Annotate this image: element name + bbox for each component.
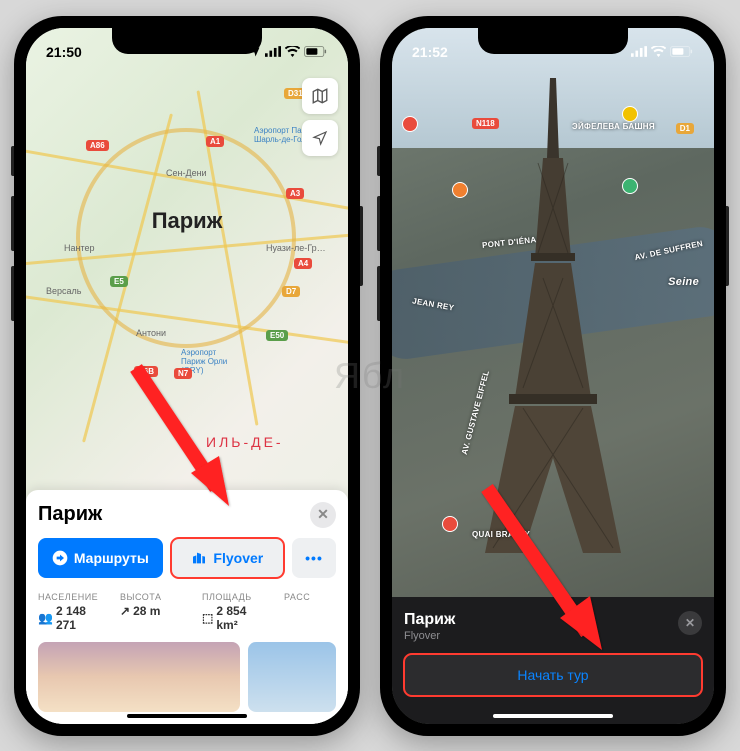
wifi-icon [651, 46, 666, 57]
battery-icon [670, 46, 694, 57]
status-time: 21:52 [412, 44, 448, 60]
people-icon: 👥 [38, 611, 53, 625]
area-icon: ⬚ [202, 611, 213, 625]
directions-icon [52, 550, 68, 566]
map-label-sen-deni: Сен-Дени [166, 168, 207, 178]
map-region-label: ИЛЬ-ДЕ- [206, 434, 284, 450]
location-arrow-icon [312, 130, 328, 146]
more-button[interactable]: ••• [292, 538, 336, 578]
status-time: 21:50 [46, 44, 82, 60]
close-icon: ✕ [685, 616, 695, 630]
stat-elevation-value: 28 m [133, 604, 160, 618]
location-button[interactable] [302, 120, 338, 156]
more-icon: ••• [305, 550, 323, 566]
wifi-icon [285, 46, 300, 57]
stat-elevation-label: ВЫСОТА [120, 592, 182, 602]
map-icon [311, 87, 329, 105]
phone-left: 21:50 Париж Сен-Дени Нантер Нуази-ле-Г [14, 16, 360, 736]
place-photo[interactable] [38, 642, 240, 712]
home-indicator [127, 714, 247, 718]
sat-label-eiffel: ЭЙФЕЛЕВА БАШНЯ [572, 122, 655, 131]
map-badge-a6b: A6B [134, 366, 158, 377]
stat-population-value: 2 148 271 [56, 604, 100, 632]
map-badge-d7: D7 [282, 286, 300, 297]
poi-warning-icon [622, 106, 638, 122]
flyover-label: Flyover [213, 550, 263, 566]
poi-no-entry-icon [402, 116, 418, 132]
stat-distance-label: РАСС [284, 592, 336, 602]
sat-label-quai: QUAI BRANLY [472, 530, 530, 539]
poi-green-icon [622, 178, 638, 194]
poi-red-icon [442, 516, 458, 532]
map-label-antony: Антони [136, 328, 166, 338]
close-button[interactable]: ✕ [678, 611, 702, 635]
map-label-noisy: Нуази-ле-Гр… [266, 243, 326, 253]
map-badge-a1: A1 [206, 136, 224, 147]
tour-label: Начать тур [517, 667, 588, 683]
home-indicator [493, 714, 613, 718]
close-icon: ✕ [317, 506, 329, 523]
map-badge-a3: A3 [286, 188, 304, 199]
signal-icon [265, 46, 281, 57]
stats-row: НАСЕЛЕНИЕ 👥2 148 271 ВЫСОТА ↗28 m ПЛОЩАД… [38, 592, 336, 632]
flyover-subtitle: Flyover [404, 630, 455, 642]
photo-row[interactable] [38, 642, 336, 712]
routes-label: Маршруты [74, 550, 149, 566]
map-city-label: Париж [152, 208, 223, 234]
map-badge-a86: A86 [86, 140, 109, 151]
signal-icon [631, 46, 647, 57]
flyover-button[interactable]: Flyover [171, 538, 284, 578]
map-mode-button[interactable] [302, 78, 338, 114]
start-tour-button[interactable]: Начать тур [404, 654, 702, 696]
sheet-title: Париж [38, 503, 102, 526]
phone-right: 21:52 N118 D1 [380, 16, 726, 736]
stat-area-value: 2 854 km² [216, 604, 264, 632]
routes-button[interactable]: Маршруты [38, 538, 163, 578]
sat-label-seine: Seine [668, 276, 699, 288]
map-badge-e50: E50 [266, 330, 288, 341]
flyover-title: Париж [404, 611, 455, 629]
poi-orange-icon [452, 182, 468, 198]
map-label-nanterre: Нантер [64, 243, 95, 253]
map-badge-e5: E5 [110, 276, 128, 287]
buildings-icon [191, 550, 207, 566]
eiffel-tower-icon [483, 78, 623, 558]
notch [478, 28, 628, 54]
close-button[interactable]: ✕ [310, 502, 336, 528]
stat-population-label: НАСЕЛЕНИЕ [38, 592, 100, 602]
place-photo[interactable] [248, 642, 336, 712]
flyover-sheet[interactable]: Париж Flyover ✕ Начать тур [392, 597, 714, 724]
stat-area-label: ПЛОЩАДЬ [202, 592, 264, 602]
battery-icon [304, 46, 328, 57]
place-sheet[interactable]: Париж ✕ Маршруты Flyover ••• [26, 490, 348, 724]
notch [112, 28, 262, 54]
sat-badge-n118: N118 [472, 118, 499, 129]
sat-badge-d1: D1 [676, 123, 694, 134]
map-badge-n7: N7 [174, 368, 192, 379]
map-label-versailles: Версаль [46, 286, 81, 296]
elevation-icon: ↗ [120, 604, 130, 618]
map-badge-a4: A4 [294, 258, 312, 269]
